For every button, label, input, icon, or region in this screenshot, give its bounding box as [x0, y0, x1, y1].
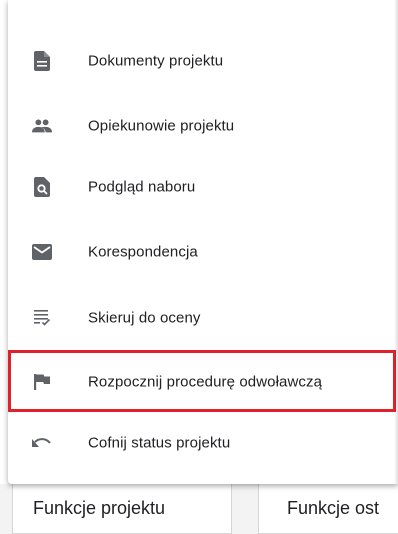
- tab-project-functions[interactable]: Funkcje projektu: [12, 484, 232, 534]
- menu-item-label: Skieruj do oceny: [88, 309, 201, 327]
- tab-label: Funkcje ost: [287, 498, 380, 518]
- menu-item-label: Opiekunowie projektu: [88, 117, 235, 135]
- context-menu: Dokumenty projektu Opiekunowie projektu: [8, 0, 398, 484]
- checklist-icon: [32, 308, 52, 328]
- menu-item-project-documents[interactable]: Dokumenty projektu: [8, 28, 398, 94]
- menu-item-correspondence[interactable]: Korespondencja: [8, 219, 398, 285]
- page: Funkcje projektu Funkcje ost Dokumenty p…: [0, 0, 398, 534]
- menu-item-send-for-evaluation[interactable]: Skieruj do oceny: [8, 285, 398, 351]
- menu-item-call-preview[interactable]: Podgląd naboru: [8, 154, 398, 220]
- flag-icon: [32, 372, 52, 392]
- document-icon: [32, 51, 52, 71]
- tab-other-functions[interactable]: Funkcje ost: [258, 484, 398, 534]
- menu-item-label: Podgląd naboru: [88, 178, 196, 196]
- mail-icon: [32, 242, 52, 262]
- menu-item-revert-project-status[interactable]: Cofnij status projektu: [8, 410, 398, 476]
- menu-item-label: Korespondencja: [88, 243, 198, 261]
- menu-item-label: Rozpocznij procedurę odwoławczą: [88, 373, 323, 391]
- tab-label: Funkcje projektu: [33, 498, 166, 518]
- preview-search-icon: [32, 177, 52, 197]
- menu-item-project-supervisors[interactable]: Opiekunowie projektu: [8, 93, 398, 159]
- menu-shadow: [394, 0, 398, 484]
- people-icon: [32, 116, 52, 136]
- menu-item-start-appeal-procedure[interactable]: Rozpocznij procedurę odwoławczą: [8, 349, 398, 415]
- undo-icon: [32, 433, 52, 453]
- menu-item-label: Dokumenty projektu: [88, 52, 224, 70]
- menu-item-label: Cofnij status projektu: [88, 434, 231, 452]
